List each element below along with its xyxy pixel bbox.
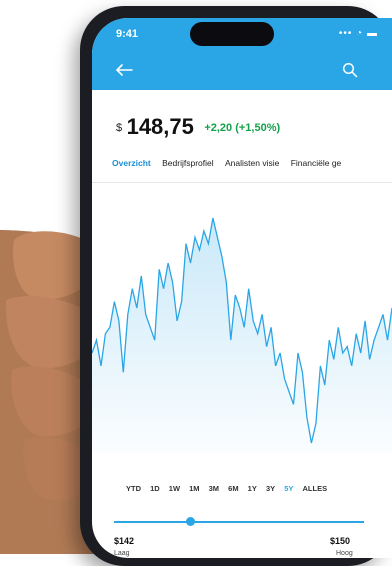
day-low-value: $142	[114, 536, 135, 546]
range-ytd[interactable]: YTD	[126, 484, 141, 493]
tabs-divider	[92, 182, 392, 183]
dynamic-island	[190, 22, 274, 46]
search-icon[interactable]	[342, 62, 358, 78]
price-change: +2,20 (+1,50%)	[204, 122, 281, 134]
status-icons: ••• ◔ ▬	[338, 28, 378, 39]
range-6m[interactable]: 6M	[228, 484, 238, 493]
quote-summary: $ 148,75 +2,20 (+1,50%)	[116, 114, 280, 140]
range-1w[interactable]: 1W	[169, 484, 180, 493]
time-range-selector: YTD 1D 1W 1M 3M 6M 1Y 3Y 5Y ALLES	[126, 484, 334, 493]
range-1d[interactable]: 1D	[150, 484, 160, 493]
range-3y[interactable]: 3Y	[266, 484, 275, 493]
day-high-value: $150	[330, 536, 351, 546]
tab-analisten-visie[interactable]: Analisten visie	[225, 158, 279, 174]
section-tabs: Overzicht Bedrijfsprofiel Analisten visi…	[112, 158, 350, 174]
range-1m[interactable]: 1M	[189, 484, 199, 493]
tab-financiele-gegevens[interactable]: Financiële ge	[291, 158, 342, 174]
range-5y[interactable]: 5Y	[284, 484, 293, 493]
tab-overzicht[interactable]: Overzicht	[112, 158, 151, 174]
range-3m[interactable]: 3M	[209, 484, 219, 493]
range-1y[interactable]: 1Y	[248, 484, 257, 493]
day-range-marker[interactable]	[186, 517, 195, 526]
currency-symbol: $	[116, 122, 123, 134]
status-time: 9:41	[116, 28, 139, 40]
price-area-fill	[92, 218, 392, 453]
day-range-track	[114, 521, 364, 523]
price-chart[interactable]	[92, 208, 392, 453]
app-screen: 9:41 ••• ◔ ▬ $ 148,75 +2,20 (+1,50%) Ove…	[92, 18, 392, 558]
app-header: 9:41 ••• ◔ ▬	[92, 18, 392, 90]
tab-bedrijfsprofiel[interactable]: Bedrijfsprofiel	[162, 158, 214, 174]
range-alles[interactable]: ALLES	[303, 484, 328, 493]
back-arrow-icon[interactable]	[114, 62, 134, 78]
current-price: 148,75	[126, 114, 194, 139]
